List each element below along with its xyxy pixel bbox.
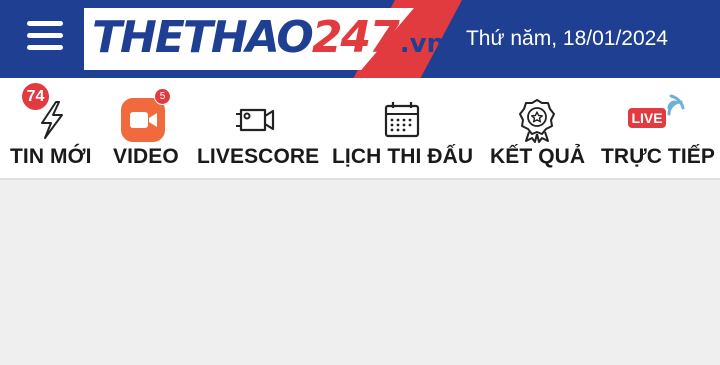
livescore-camera-icon (236, 108, 275, 132)
nav-item-video[interactable]: VIDEO (105, 78, 185, 178)
nav-item-ket-qua[interactable]: KẾT QUẢ (485, 78, 590, 178)
nav-item-lich-thi-dau[interactable]: LỊCH THI ĐẤU (328, 78, 473, 178)
live-icon-text: LIVE (631, 110, 662, 126)
nav-item-truc-tiep[interactable]: LIVE TRỰC TIẾP (598, 78, 720, 178)
nav-label-ket-qua: KẾT QUẢ (490, 145, 586, 168)
nav-item-livescore[interactable]: LIVESCORE (195, 78, 319, 178)
video-count-badge: 5 (154, 88, 171, 105)
nav-label-lich-thi-dau: LỊCH THI ĐẤU (332, 145, 474, 168)
nav-label-video: VIDEO (113, 145, 179, 168)
category-nav: TIN MỚI VIDEO LIVESCORE LỊCH THI ĐẤU KẾT… (0, 78, 720, 180)
logo-text-main: THETHAO (92, 12, 314, 63)
site-logo[interactable]: THETHAO 247 .vn (92, 10, 445, 66)
logo-text-suffix: .vn (399, 29, 446, 59)
nav-label-livescore: LIVESCORE (197, 145, 320, 168)
site-header: THETHAO 247 .vn Thứ năm, 18/01/2024 (0, 0, 720, 78)
live-broadcast-icon: LIVE (628, 94, 685, 128)
nav-label-truc-tiep: TRỰC TIẾP (601, 145, 715, 168)
tin-moi-count-badge: 74 (22, 83, 49, 110)
menu-icon[interactable] (27, 21, 63, 55)
award-medal-icon (519, 99, 555, 143)
calendar-icon (384, 102, 420, 138)
logo-text-number: 247 (311, 12, 400, 63)
nav-label-tin-moi: TIN MỚI (10, 145, 92, 168)
main-content (0, 180, 720, 365)
nav-item-tin-moi[interactable]: TIN MỚI (0, 78, 100, 178)
header-date: Thứ năm, 18/01/2024 (465, 27, 668, 50)
